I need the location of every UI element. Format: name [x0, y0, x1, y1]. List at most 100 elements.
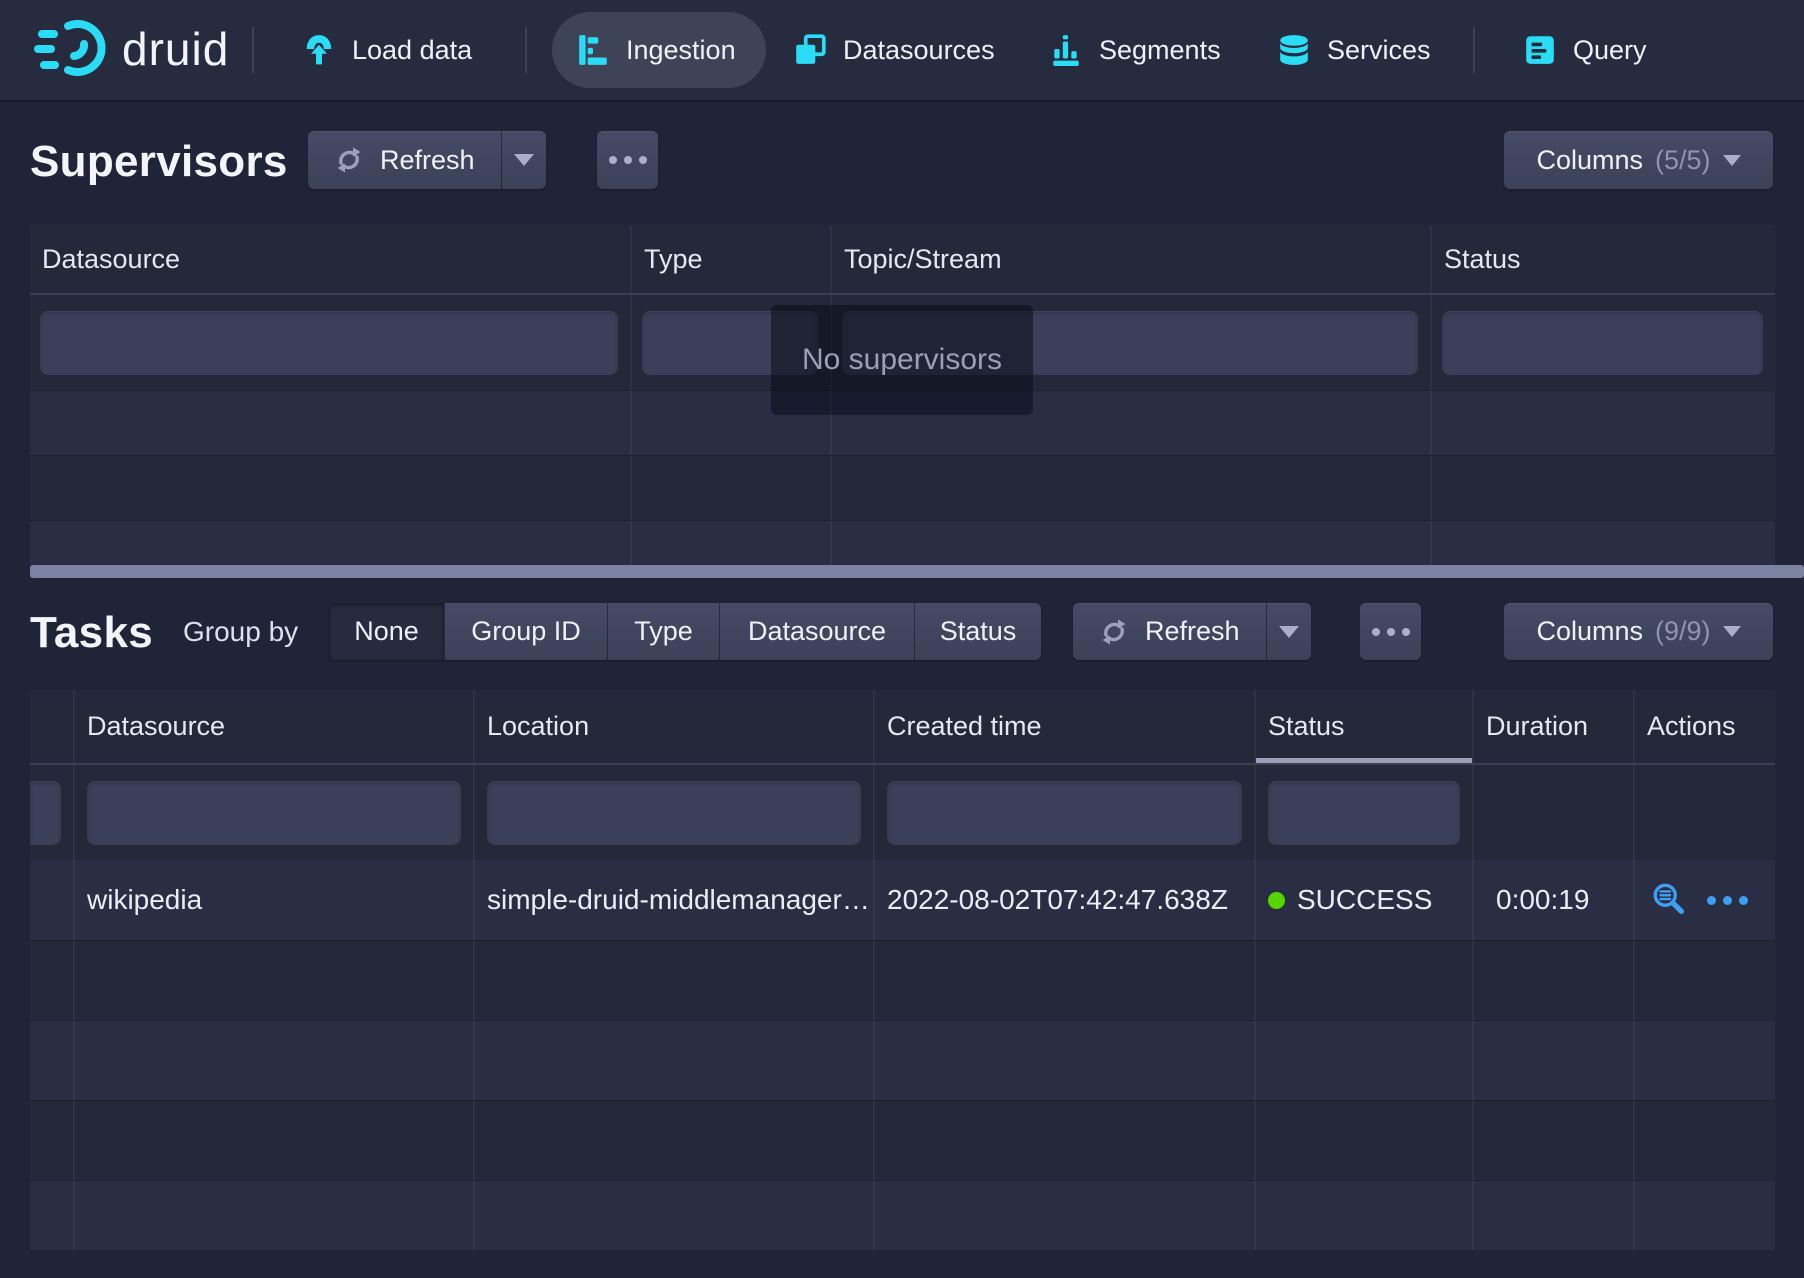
gutter-cell: [30, 860, 73, 940]
tasks-refresh-button[interactable]: Refresh: [1073, 603, 1266, 660]
nav-divider: [525, 27, 527, 73]
tasks-filter-row: [30, 765, 1775, 860]
location-filter-input[interactable]: [487, 781, 861, 845]
chevron-down-icon: [1723, 155, 1741, 166]
columns-label: Columns: [1536, 145, 1643, 176]
tasks-title: Tasks: [30, 605, 153, 661]
cell-actions: [1633, 860, 1775, 940]
empty-table-row: [30, 455, 1775, 520]
tasks-refresh-split-button: Refresh: [1073, 603, 1311, 660]
group-by-group-id-button[interactable]: Group ID: [444, 603, 607, 660]
status-text: SUCCESS: [1297, 884, 1432, 916]
nav-item-load-data[interactable]: Load data: [302, 0, 472, 100]
header-datasource[interactable]: Datasource: [30, 225, 630, 293]
druid-console: { "nav": { "brand": "druid", "load_data"…: [0, 0, 1804, 1278]
group-by-segmented-control: None Group ID Type Datasource Status: [329, 603, 1041, 660]
header-duration[interactable]: Duration: [1472, 690, 1633, 763]
horizontal-scrollbar[interactable]: [30, 565, 1804, 578]
datasource-filter-input[interactable]: [87, 781, 461, 845]
refresh-label: Refresh: [380, 145, 475, 176]
nav-label-services: Services: [1327, 35, 1431, 66]
task-row-wikipedia: wikipedia simple-druid-middlemanager… 20…: [30, 860, 1775, 940]
group-by-label: Group by: [183, 615, 298, 649]
tasks-columns-button[interactable]: Columns (9/9): [1504, 603, 1773, 660]
chevron-down-icon: [514, 154, 534, 166]
task-detail-magnifier-icon[interactable]: [1651, 881, 1689, 919]
more-icon: [609, 156, 617, 164]
header-created-time[interactable]: Created time: [873, 690, 1254, 763]
cell-duration: 0:00:19: [1472, 860, 1633, 940]
nav-divider: [252, 27, 254, 73]
supervisors-refresh-caret-button[interactable]: [501, 131, 546, 189]
supervisors-table: Datasource Type Topic/Stream Status No s…: [30, 225, 1775, 565]
nav-label-segments: Segments: [1099, 35, 1221, 66]
header-actions[interactable]: Actions: [1633, 690, 1775, 763]
header-status-sorted[interactable]: Status: [1254, 690, 1472, 763]
druid-logo-icon[interactable]: [34, 18, 110, 82]
refresh-icon: [334, 145, 364, 175]
supervisors-title: Supervisors: [30, 134, 288, 190]
success-status-dot: [1268, 892, 1285, 909]
status-filter-input[interactable]: [1442, 311, 1763, 375]
header-gutter: [30, 690, 73, 763]
supervisors-refresh-split-button: Refresh: [308, 131, 546, 189]
gutter-filter-input[interactable]: [30, 781, 61, 845]
header-topic-stream[interactable]: Topic/Stream: [830, 225, 1430, 293]
group-by-none-button[interactable]: None: [329, 603, 444, 660]
nav-item-segments[interactable]: Segments: [1049, 0, 1221, 100]
nav-divider: [1473, 27, 1475, 73]
group-by-status-button[interactable]: Status: [914, 603, 1041, 660]
created-time-filter-input[interactable]: [887, 781, 1242, 845]
empty-table-row: [30, 1180, 1775, 1250]
header-datasource[interactable]: Datasource: [73, 690, 473, 763]
cell-datasource: wikipedia: [73, 860, 473, 940]
tasks-more-button[interactable]: [1360, 603, 1421, 660]
empty-table-row: [30, 520, 1775, 565]
more-icon: [1387, 628, 1395, 636]
group-by-type-button[interactable]: Type: [607, 603, 719, 660]
task-actions-menu-icon[interactable]: [1707, 896, 1748, 905]
status-filter-input[interactable]: [1268, 781, 1460, 845]
ingestion-icon: [576, 33, 610, 67]
header-type[interactable]: Type: [630, 225, 830, 293]
header-location[interactable]: Location: [473, 690, 873, 763]
refresh-label: Refresh: [1145, 616, 1240, 647]
supervisors-refresh-button[interactable]: Refresh: [308, 131, 501, 189]
sort-indicator: [1256, 758, 1472, 763]
group-by-datasource-button[interactable]: Datasource: [719, 603, 914, 660]
columns-label: Columns: [1536, 616, 1643, 647]
nav-item-services[interactable]: Services: [1277, 0, 1431, 100]
no-supervisors-message: No supervisors: [802, 343, 1002, 377]
empty-table-row: [30, 1020, 1775, 1100]
supervisors-more-button[interactable]: [597, 131, 658, 189]
supervisors-table-header: Datasource Type Topic/Stream Status: [30, 225, 1775, 295]
empty-table-row: [30, 1100, 1775, 1180]
chevron-down-icon: [1279, 626, 1299, 638]
tasks-refresh-caret-button[interactable]: [1266, 603, 1311, 660]
no-supervisors-overlay: No supervisors: [771, 305, 1033, 415]
load-data-icon: [302, 33, 336, 67]
nav-item-query[interactable]: Query: [1523, 0, 1647, 100]
columns-count: (5/5): [1655, 145, 1711, 176]
cell-created-time: 2022-08-02T07:42:47.638Z: [873, 860, 1254, 940]
brand-wordmark[interactable]: druid: [122, 22, 229, 76]
columns-count: (9/9): [1655, 616, 1711, 647]
nav-label-ingestion: Ingestion: [626, 35, 736, 66]
nav-label-query: Query: [1573, 35, 1647, 66]
supervisors-columns-button[interactable]: Columns (5/5): [1504, 131, 1773, 189]
nav-label-datasources: Datasources: [843, 35, 995, 66]
tasks-table: Datasource Location Created time Status …: [30, 690, 1775, 1250]
more-icon: [1372, 628, 1380, 636]
query-icon: [1523, 33, 1557, 67]
nav-item-datasources[interactable]: Datasources: [793, 0, 995, 100]
datasource-filter-input[interactable]: [40, 311, 618, 375]
services-icon: [1277, 33, 1311, 67]
empty-table-row: [30, 940, 1775, 1020]
nav-label-load-data: Load data: [352, 35, 472, 66]
header-status[interactable]: Status: [1430, 225, 1775, 293]
refresh-icon: [1099, 617, 1129, 647]
nav-item-ingestion-active[interactable]: Ingestion: [552, 12, 766, 88]
chevron-down-icon: [1723, 626, 1741, 637]
more-icon: [639, 156, 647, 164]
more-icon: [1402, 628, 1410, 636]
